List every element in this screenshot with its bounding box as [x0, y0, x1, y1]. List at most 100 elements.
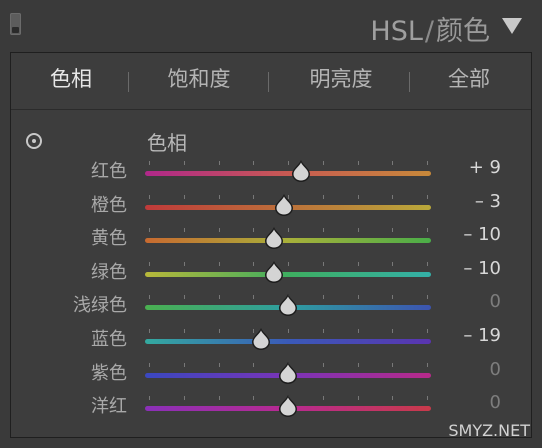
slider-thumb[interactable]	[277, 293, 299, 317]
slider-value[interactable]: 0	[490, 392, 501, 413]
slider-tick	[288, 329, 289, 333]
slider-thumb[interactable]	[277, 361, 299, 385]
slider-label: 绿色	[91, 261, 127, 283]
slider-thumb[interactable]	[263, 260, 285, 284]
slider-thumb[interactable]	[290, 159, 312, 183]
slider-thumb[interactable]	[273, 193, 295, 217]
slider-label: 紫色	[91, 362, 127, 384]
slider-tick	[183, 295, 185, 300]
slider-tick	[427, 161, 428, 165]
slider-tick	[183, 161, 185, 165]
title-hsl[interactable]: HSL	[370, 16, 422, 47]
slider-tick	[357, 194, 359, 199]
slider-tick	[218, 329, 220, 333]
title-separator: /	[424, 16, 434, 47]
slider-tick	[253, 161, 255, 165]
slider-track-yellow[interactable]	[145, 238, 431, 244]
slider-tick	[322, 161, 324, 165]
slider-tick	[357, 161, 359, 165]
panel-title[interactable]: HSL/颜色	[370, 9, 490, 48]
slider-tick	[392, 295, 394, 300]
slider-tick	[149, 396, 150, 401]
slider-tick	[218, 295, 220, 300]
tab-separator	[409, 72, 410, 92]
slider-row-purple: 紫色 0	[11, 355, 531, 389]
slider-label: 洋红	[91, 396, 127, 418]
slider-tick	[357, 362, 359, 367]
slider-tick	[427, 396, 428, 401]
slider-tick	[357, 261, 359, 266]
slider-tick	[218, 261, 220, 266]
tab-hue[interactable]: 色相	[31, 63, 111, 95]
slider-tick	[218, 194, 220, 199]
slider-value[interactable]: – 10	[463, 224, 501, 245]
tab-saturation[interactable]: 饱和度	[153, 63, 245, 95]
section-label: 色相	[147, 131, 187, 155]
slider-tick	[149, 261, 150, 266]
slider-value[interactable]: – 3	[475, 191, 501, 212]
slider-thumb[interactable]	[277, 394, 299, 418]
slider-value[interactable]: + 9	[469, 157, 501, 178]
slider-tick	[357, 228, 359, 233]
slider-tick	[322, 228, 324, 233]
slider-tick	[392, 161, 394, 165]
slider-tick	[183, 329, 185, 333]
slider-row-green: 绿色 – 10	[11, 254, 531, 288]
slider-tick	[322, 261, 324, 266]
target-adjustment-icon[interactable]	[26, 133, 42, 149]
slider-tick	[288, 228, 289, 233]
slider-row-yellow: 黄色 – 10	[11, 220, 531, 254]
slider-tick	[392, 396, 394, 401]
slider-tick	[149, 161, 150, 165]
slider-tick	[427, 362, 428, 367]
slider-value[interactable]: 0	[490, 359, 501, 380]
slider-tick	[392, 362, 394, 367]
slider-label: 蓝色	[91, 329, 127, 350]
slider-row-aqua: 浅绿色 0	[11, 287, 531, 321]
hsl-panel: 色相 饱和度 明亮度 全部 色相 红色 + 9 橙色 – 3 黄色 – 10 绿色 – 10 浅…	[10, 52, 532, 438]
slider-value[interactable]: – 10	[463, 258, 501, 279]
slider-tick	[253, 295, 255, 300]
slider-tick	[253, 396, 255, 401]
slider-tick	[357, 396, 359, 401]
slider-tick	[392, 228, 394, 233]
watermark: SMYZ.NET	[448, 421, 530, 440]
slider-tick	[218, 228, 220, 233]
slider-tick	[427, 261, 428, 266]
slider-label: 橙色	[91, 194, 127, 216]
slider-tick	[183, 396, 185, 401]
slider-thumb[interactable]	[263, 226, 285, 250]
slider-tick	[183, 228, 185, 233]
tab-all[interactable]: 全部	[429, 63, 509, 95]
slider-track-blue[interactable]	[145, 339, 431, 344]
slider-tick	[253, 362, 255, 367]
collapse-triangle-icon[interactable]	[502, 18, 522, 34]
slider-tick	[288, 261, 289, 266]
slider-track-red[interactable]	[145, 171, 431, 176]
slider-tick	[183, 261, 185, 266]
slider-value[interactable]: 0	[490, 291, 501, 312]
slider-tick	[149, 362, 150, 367]
slider-thumb[interactable]	[250, 327, 272, 351]
slider-label: 黄色	[91, 228, 127, 250]
slider-tick	[322, 362, 324, 367]
slider-tick	[322, 396, 324, 401]
slider-row-blue: 蓝色 – 19	[11, 321, 531, 355]
slider-tick	[183, 362, 185, 367]
title-color[interactable]: 颜色	[436, 16, 490, 47]
slider-row-orange: 橙色 – 3	[11, 187, 531, 221]
slider-tick	[218, 161, 220, 165]
slider-tick	[218, 396, 220, 401]
slider-tick	[149, 295, 150, 300]
slider-value[interactable]: – 19	[463, 325, 501, 346]
slider-tick	[322, 295, 324, 300]
slider-row-magenta: 洋红 0	[11, 388, 531, 422]
slider-track-green[interactable]	[145, 271, 431, 277]
slider-tick	[427, 329, 428, 333]
slider-tick	[392, 194, 394, 199]
panel-switch-icon[interactable]	[10, 13, 21, 35]
slider-tick	[149, 194, 150, 199]
tab-luminance[interactable]: 明亮度	[293, 63, 389, 95]
slider-tick	[218, 362, 220, 367]
slider-tick	[253, 228, 255, 233]
